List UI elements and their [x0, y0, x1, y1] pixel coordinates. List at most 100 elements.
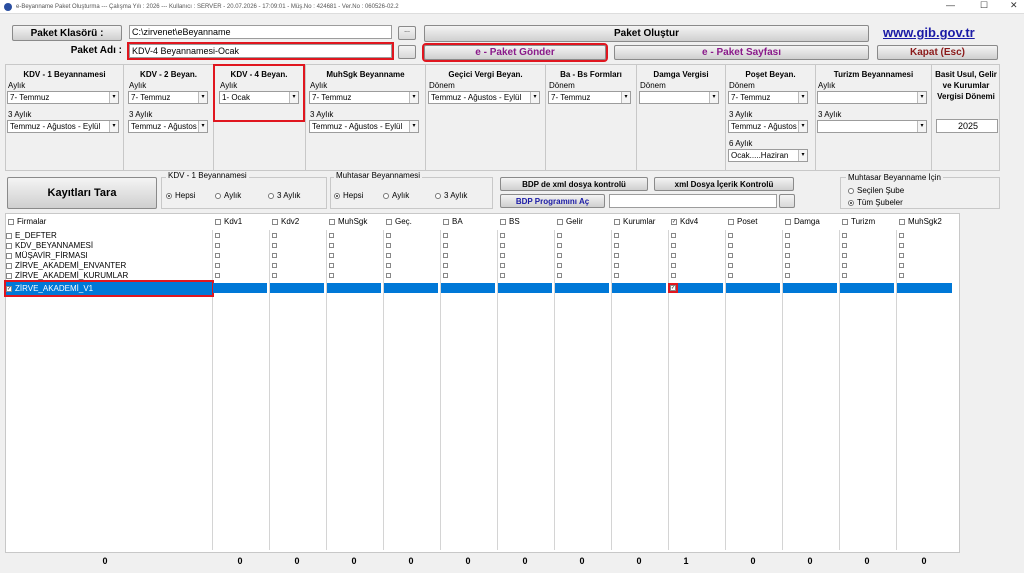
- babs-donem-select[interactable]: 7- Temmuz ▾: [548, 91, 631, 104]
- checkbox-icon[interactable]: [842, 218, 848, 225]
- paket-klasoru-button[interactable]: Paket Klasörü :: [12, 25, 122, 41]
- column-header-7[interactable]: Gelir: [557, 217, 583, 226]
- checkbox-icon[interactable]: [6, 232, 12, 239]
- cell-checkbox-icon[interactable]: [443, 233, 448, 238]
- selected-row-cell[interactable]: [783, 283, 837, 293]
- kdv2-aylik-select[interactable]: 7- Temmuz ▾: [128, 91, 208, 104]
- cell-checkbox-icon[interactable]: [785, 263, 790, 268]
- cell-checkbox-icon[interactable]: [614, 243, 619, 248]
- checkbox-icon[interactable]: [272, 218, 278, 225]
- paket-olustur-button[interactable]: Paket Oluştur: [424, 25, 869, 42]
- cell-checkbox-icon[interactable]: [443, 263, 448, 268]
- cell-checkbox-icon[interactable]: [899, 273, 904, 278]
- firm-row[interactable]: ZİRVE_AKADEMİ_ENVANTER: [6, 261, 126, 271]
- column-header-8[interactable]: Kurumlar: [614, 217, 655, 226]
- checkbox-icon[interactable]: [557, 218, 563, 225]
- cell-checkbox-icon[interactable]: [386, 243, 391, 248]
- cell-checkbox-icon[interactable]: [614, 273, 619, 278]
- cell-checkbox-icon[interactable]: [785, 273, 790, 278]
- cell-checkbox-icon[interactable]: [215, 233, 220, 238]
- kdv1-hepsi-radio[interactable]: Hepsi: [166, 191, 195, 200]
- cell-checkbox-icon[interactable]: [728, 263, 733, 268]
- column-header-12[interactable]: Turizm: [842, 217, 875, 226]
- kdv1-aylik-radio[interactable]: Aylık: [215, 191, 241, 200]
- cell-checkbox-icon[interactable]: [557, 263, 562, 268]
- cell-checkbox-icon[interactable]: [842, 273, 847, 278]
- firm-row[interactable]: KDV_BEYANNAMESİ: [6, 241, 93, 251]
- bdp-path-input[interactable]: [609, 194, 777, 208]
- column-header-5[interactable]: BA: [443, 217, 463, 226]
- cell-checkbox-icon[interactable]: [671, 263, 676, 268]
- column-header-10[interactable]: Poset: [728, 217, 757, 226]
- e-paket-gonder-button[interactable]: e - Paket Gönder: [422, 43, 608, 62]
- close-window-button[interactable]: ✕: [1010, 0, 1018, 11]
- bdp-xml-kontrol-button[interactable]: BDP de xml dosya kontrolü: [500, 177, 648, 191]
- selected-row-cell[interactable]: [840, 283, 894, 293]
- muh-hepsi-radio[interactable]: Hepsi: [334, 191, 363, 200]
- cell-checkbox-icon[interactable]: [671, 253, 676, 258]
- e-paket-sayfasi-button[interactable]: e - Paket Sayfası: [614, 45, 869, 60]
- cell-checkbox-icon[interactable]: [785, 253, 790, 258]
- checkbox-checked-icon[interactable]: ✓: [671, 218, 677, 225]
- paket-klasoru-input[interactable]: C:\zirvenet\eBeyanname: [129, 25, 392, 39]
- kdv2-3aylik-select[interactable]: Temmuz - Ağustos ▾: [128, 120, 208, 133]
- cell-checkbox-icon[interactable]: [386, 233, 391, 238]
- cell-checkbox-icon[interactable]: [329, 273, 334, 278]
- cell-checkbox-icon[interactable]: [899, 243, 904, 248]
- checkbox-icon[interactable]: [500, 218, 506, 225]
- cell-checkbox-icon[interactable]: [329, 263, 334, 268]
- turizm-3aylik-select[interactable]: ▾: [817, 120, 927, 133]
- paket-adi-input[interactable]: KDV-4 Beyannamesi-Ocak: [127, 42, 394, 60]
- checkbox-icon[interactable]: [6, 252, 12, 259]
- checkbox-icon[interactable]: [785, 218, 791, 225]
- bdp-programini-ac-button[interactable]: BDP Programını Aç: [500, 194, 605, 208]
- turizm-aylik-select[interactable]: ▾: [817, 91, 927, 104]
- cell-checkbox-icon[interactable]: [500, 263, 505, 268]
- column-header-9[interactable]: ✓ Kdv4: [671, 217, 698, 226]
- secilen-sube-radio[interactable]: Seçilen Şube: [848, 186, 904, 195]
- column-header-1[interactable]: Kdv1: [215, 217, 242, 226]
- firm-row[interactable]: ZİRVE_AKADEMİ_KURUMLAR: [6, 271, 128, 281]
- cell-checkbox-icon[interactable]: [500, 243, 505, 248]
- cell-checkbox-icon[interactable]: [614, 233, 619, 238]
- cell-checkbox-icon[interactable]: [272, 233, 277, 238]
- kdv1-aylik-select[interactable]: 7- Temmuz ▾: [7, 91, 119, 104]
- column-header-4[interactable]: Geç.: [386, 217, 412, 226]
- cell-checkbox-icon[interactable]: [329, 233, 334, 238]
- checkbox-icon[interactable]: [215, 218, 221, 225]
- cell-checkbox-icon[interactable]: [500, 233, 505, 238]
- cell-checkbox-icon[interactable]: [842, 263, 847, 268]
- basit-year-input[interactable]: 2025: [936, 119, 998, 133]
- kdv1-3aylik-select[interactable]: Temmuz - Ağustos - Eylül ▾: [7, 120, 119, 133]
- tum-subeler-radio[interactable]: Tüm Şubeler: [848, 198, 903, 207]
- cell-checkbox-icon[interactable]: [443, 253, 448, 258]
- column-header-11[interactable]: Damga: [785, 217, 820, 226]
- gib-link[interactable]: www.gib.gov.tr: [883, 25, 975, 40]
- cell-checkbox-icon[interactable]: [557, 233, 562, 238]
- browse-folder-button[interactable]: ...: [398, 26, 416, 40]
- cell-checkbox-icon[interactable]: [842, 233, 847, 238]
- cell-checkbox-icon[interactable]: [671, 243, 676, 248]
- cell-checkbox-icon[interactable]: [215, 253, 220, 258]
- column-header-2[interactable]: Kdv2: [272, 217, 299, 226]
- checkbox-icon[interactable]: [728, 218, 734, 225]
- cell-checkbox-icon[interactable]: [500, 273, 505, 278]
- selected-row-cell[interactable]: ✓: [668, 283, 723, 293]
- column-header-6[interactable]: BS: [500, 217, 520, 226]
- cell-checkbox-icon[interactable]: [329, 243, 334, 248]
- kdv4-selected-checkbox-icon[interactable]: ✓: [668, 283, 678, 293]
- column-header-13[interactable]: MuhSgk2: [899, 217, 942, 226]
- poset-3aylik-select[interactable]: Temmuz - Ağustos ▾: [728, 120, 808, 133]
- bdp-browse-button[interactable]: [779, 194, 795, 208]
- minimize-button[interactable]: —: [946, 0, 955, 10]
- cell-checkbox-icon[interactable]: [899, 253, 904, 258]
- cell-checkbox-icon[interactable]: [386, 253, 391, 258]
- cell-checkbox-icon[interactable]: [272, 243, 277, 248]
- kapat-button[interactable]: Kapat (Esc): [877, 45, 998, 60]
- cell-checkbox-icon[interactable]: [443, 273, 448, 278]
- cell-checkbox-icon[interactable]: [272, 273, 277, 278]
- cell-checkbox-icon[interactable]: [215, 273, 220, 278]
- maximize-button[interactable]: ☐: [980, 0, 988, 11]
- checkbox-icon[interactable]: [443, 218, 449, 225]
- kayitlari-tara-button[interactable]: Kayıtları Tara: [7, 177, 157, 209]
